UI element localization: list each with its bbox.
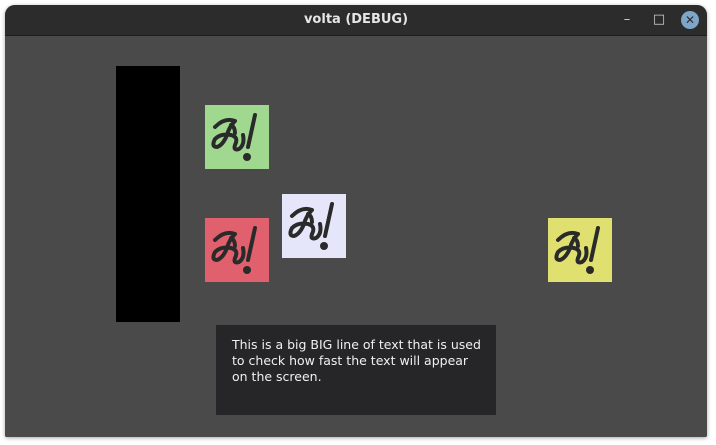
sprite-red [205,218,269,282]
sprite-green [205,105,269,169]
logo-glyph-icon [548,218,612,282]
maximize-button[interactable]: □ [649,10,669,30]
logo-glyph-icon [205,105,269,169]
dialog-box: This is a big BIG line of text that is u… [216,325,496,415]
close-button[interactable]: ✕ [681,11,699,29]
window-title: volta (DEBUG) [303,12,409,27]
minimize-button[interactable]: – [617,10,637,30]
logo-glyph-icon [282,194,346,258]
maximize-icon: □ [652,12,666,27]
minimize-icon: – [623,12,631,27]
title-bar[interactable]: volta (DEBUG) – □ ✕ [5,5,707,36]
app-window: volta (DEBUG) – □ ✕ This is a big BIG li… [5,5,707,437]
sprite-lilac [282,194,346,258]
game-canvas[interactable]: This is a big BIG line of text that is u… [5,36,707,437]
close-icon: ✕ [684,13,696,27]
sprite-yellow [548,218,612,282]
logo-glyph-icon [205,218,269,282]
black-panel [116,66,180,322]
dialog-text: This is a big BIG line of text that is u… [232,337,481,384]
